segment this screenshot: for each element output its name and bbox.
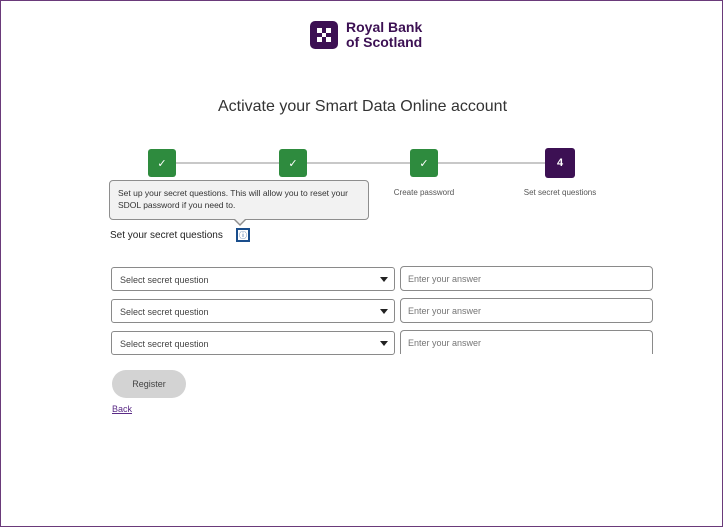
answer-input-2[interactable]	[400, 298, 653, 323]
brand-line2: of Scotland	[346, 34, 423, 50]
step-1-complete-check-icon: ✓	[148, 149, 176, 177]
stepper-track-1	[175, 162, 280, 164]
answer-input-1[interactable]	[400, 266, 653, 291]
info-tooltip: Set up your secret questions. This will …	[109, 180, 369, 220]
rbs-daisy-icon	[310, 21, 338, 49]
secret-questions-label: Set your secret questions	[110, 230, 223, 241]
tooltip-arrow-fill	[235, 219, 245, 224]
page-title: Activate your Smart Data Online account	[217, 98, 508, 115]
page-frame	[0, 0, 723, 527]
select-placeholder: Select secret question	[120, 307, 209, 317]
dropdown-arrow-icon	[380, 341, 388, 346]
select-placeholder: Select secret question	[120, 275, 209, 285]
step-4-current: 4	[545, 148, 575, 178]
secret-question-select-1[interactable]: Select secret question	[111, 267, 395, 291]
answer-input-3[interactable]	[400, 330, 653, 354]
brand-name: Royal Bank of Scotland	[346, 20, 422, 50]
back-link[interactable]: Back	[112, 404, 132, 414]
step-3-complete-check-icon: ✓	[410, 149, 438, 177]
step-3-label: Create password	[393, 188, 455, 197]
brand-logo[interactable]: Royal Bank of Scotland	[310, 20, 422, 50]
brand-line1: Royal Bank	[346, 19, 423, 35]
secret-question-select-2[interactable]: Select secret question	[111, 299, 395, 323]
step-4-label: Set secret questions	[523, 188, 597, 197]
secret-question-select-3[interactable]: Select secret question	[111, 331, 395, 355]
step-2-complete-check-icon: ✓	[279, 149, 307, 177]
info-icon[interactable]: ⓘ	[236, 228, 250, 242]
dropdown-arrow-icon	[380, 309, 388, 314]
register-button[interactable]: Register	[112, 370, 186, 398]
stepper-track-3	[438, 162, 546, 164]
select-placeholder: Select secret question	[120, 339, 209, 349]
stepper-track-2	[306, 162, 412, 164]
dropdown-arrow-icon	[380, 277, 388, 282]
